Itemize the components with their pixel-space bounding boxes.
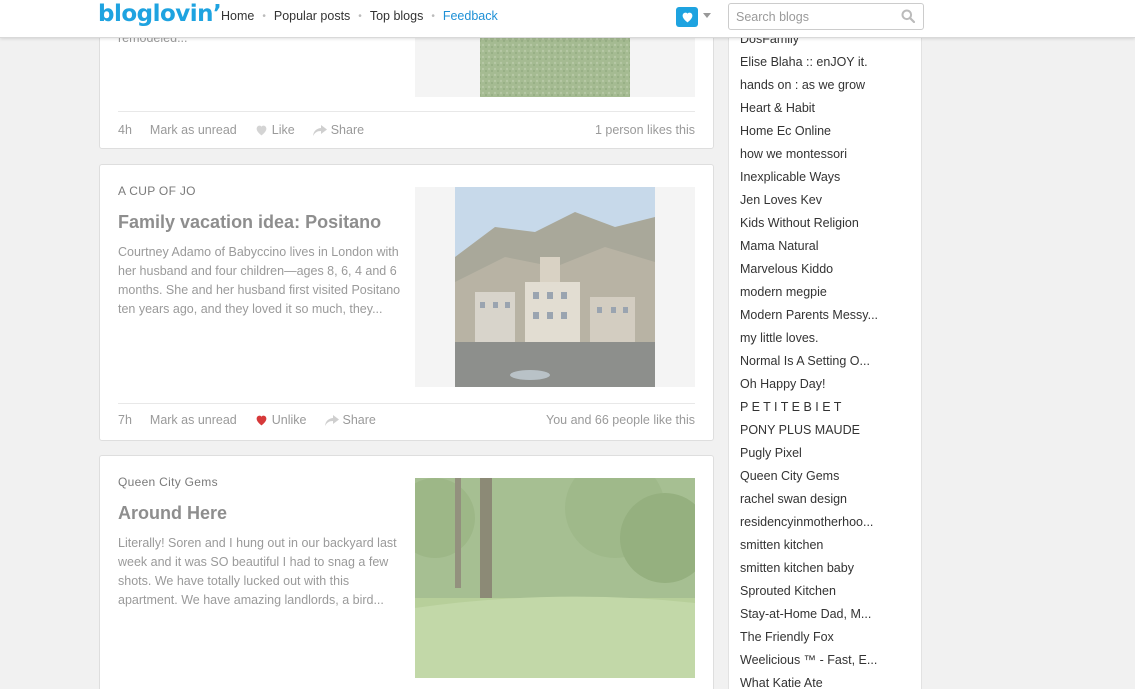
sidebar-blog-item[interactable]: residencyinmotherhoo... [740,511,878,534]
blog-list: DosFamily Elise Blaha :: enJOY it. hands o… [740,28,878,689]
post-age: 4h [118,123,132,137]
share-button[interactable]: Share [312,123,365,137]
likes-count[interactable]: 1 person likes this [595,123,695,137]
share-arrow-icon [312,124,327,136]
sidebar-blog-item[interactable]: Home Ec Online [740,120,878,143]
nav-popular-posts[interactable]: Popular posts [274,9,350,23]
post-excerpt: Courtney Adamo of Babyccino lives in Lon… [118,245,401,316]
sidebar-blog-item[interactable]: modern megpie [740,281,878,304]
sidebar-blog-item[interactable]: Jen Loves Kev [740,189,878,212]
divider [118,403,695,404]
sidebar-blog-item[interactable]: smitten kitchen [740,534,878,557]
sidebar-blog-item[interactable]: Modern Parents Messy... [740,304,878,327]
sidebar-blog-item[interactable]: Weelicious ™ - Fast, E... [740,649,878,672]
post-card: Queen City Gems Around Here Literally! S… [99,455,714,689]
sidebar-blog-item[interactable]: Oh Happy Day! [740,373,878,396]
post-actions: 4h Mark as unread Like Share 1 person li… [118,123,695,137]
blog-name[interactable]: Queen City Gems [118,475,218,489]
post-title[interactable]: Around Here [118,503,227,524]
heart-filled-icon [256,415,267,426]
post-actions: 7h Mark as unread Unlike Share You and 6… [118,413,695,427]
sidebar-blog-item[interactable]: Heart & Habit [740,97,878,120]
share-label: Share [342,413,376,427]
sidebar-blog-item[interactable]: Sprouted Kitchen [740,580,878,603]
mark-unread-button[interactable]: Mark as unread [150,123,237,137]
sidebar-blog-item[interactable]: smitten kitchen baby [740,557,878,580]
post-card: A CUP OF JO Family vacation idea: Posita… [99,164,714,441]
sidebar-blog-item[interactable]: Normal Is A Setting O... [740,350,878,373]
chevron-down-icon[interactable] [703,13,711,18]
bloglovin-logo[interactable]: bloglovin’ [98,1,222,27]
divider [118,111,695,112]
nav-top-blogs[interactable]: Top blogs [370,9,424,23]
search-box [728,3,924,30]
sidebar-blog-item[interactable]: Mama Natural [740,235,878,258]
main-nav: Home • Popular posts • Top blogs • Feedb… [221,9,498,23]
post-image[interactable] [415,478,695,678]
sidebar-blog-list: DosFamily Elise Blaha :: enJOY it. hands o… [728,0,922,689]
sidebar-blog-item[interactable]: The Friendly Fox [740,626,878,649]
post-title[interactable]: Family vacation idea: Positano [118,212,381,233]
sidebar-blog-item[interactable]: rachel swan design [740,488,878,511]
sidebar-blog-item[interactable]: hands on : as we grow [740,74,878,97]
likes-count[interactable]: You and 66 people like this [546,413,695,427]
nav-separator: • [358,10,362,22]
post-age: 7h [118,413,132,427]
sidebar-blog-item[interactable]: Queen City Gems [740,465,878,488]
sidebar-blog-item[interactable]: P E T I T E B I E T [740,396,878,419]
top-navigation-bar: bloglovin’ Home • Popular posts • Top bl… [0,0,1135,38]
positano-photo [455,187,655,387]
like-button[interactable]: Like [255,123,295,137]
nav-feedback[interactable]: Feedback [443,9,498,23]
like-label: Like [271,123,295,137]
sidebar-blog-item[interactable]: how we montessori [740,143,878,166]
share-button[interactable]: Share [324,413,376,427]
share-arrow-icon [324,414,339,426]
loves-menu-button[interactable] [676,7,698,27]
nav-separator: • [262,10,266,22]
search-input[interactable] [729,4,889,29]
backyard-photo [415,478,695,678]
unlike-button[interactable]: Unlike [255,413,307,427]
sidebar-blog-item[interactable]: What Katie Ate [740,672,878,689]
sidebar-blog-item[interactable]: Stay-at-Home Dad, M... [740,603,878,626]
sidebar-blog-item[interactable]: Pugly Pixel [740,442,878,465]
post-excerpt: Literally! Soren and I hung out in our b… [118,536,397,607]
sidebar-blog-item[interactable]: Inexplicable Ways [740,166,878,189]
sidebar-blog-item[interactable]: Marvelous Kiddo [740,258,878,281]
search-icon[interactable] [901,9,915,23]
sidebar-blog-item[interactable]: Kids Without Religion [740,212,878,235]
sidebar-blog-item[interactable]: PONY PLUS MAUDE [740,419,878,442]
sidebar-blog-item[interactable]: Elise Blaha :: enJOY it. [740,51,878,74]
post-image[interactable] [415,187,695,387]
blog-name[interactable]: A CUP OF JO [118,184,196,198]
nav-separator: • [431,10,435,22]
mark-unread-button[interactable]: Mark as unread [150,413,237,427]
heart-outline-icon [256,125,267,136]
share-label: Share [330,123,365,137]
sidebar-blog-item[interactable]: my little loves. [740,327,878,350]
heart-icon [682,12,692,23]
nav-home[interactable]: Home [221,9,254,23]
unlike-label: Unlike [271,413,307,427]
